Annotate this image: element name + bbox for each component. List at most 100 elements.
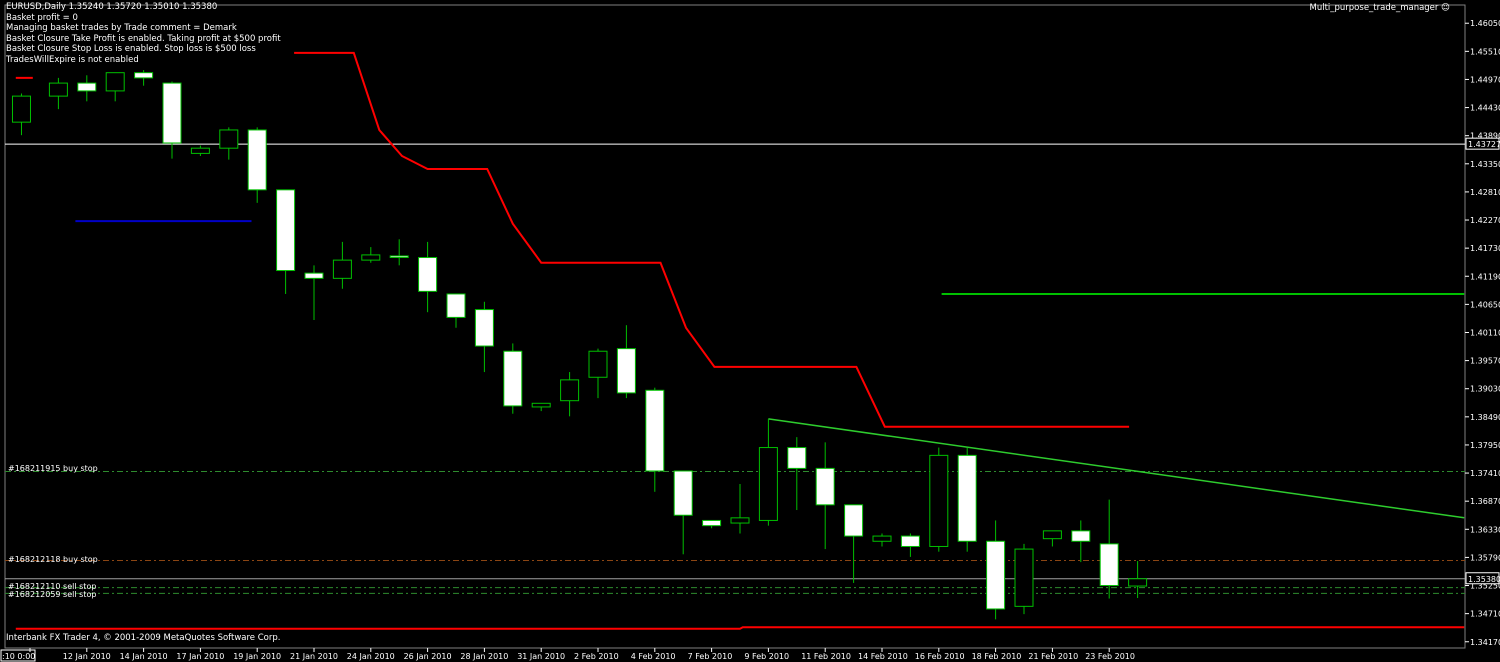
candle bbox=[446, 293, 466, 328]
y-tick-label: 1.36330 bbox=[1470, 525, 1500, 534]
order-label: #168211915 buy stop bbox=[8, 464, 98, 473]
candle-body bbox=[304, 272, 324, 279]
candle bbox=[588, 348, 608, 399]
x-tick-label: 7 Feb 2010 bbox=[688, 652, 733, 661]
x-tick-label: 11 Feb 2010 bbox=[801, 652, 851, 661]
candle bbox=[957, 447, 977, 552]
candle bbox=[332, 241, 352, 289]
candle-body bbox=[503, 350, 523, 407]
candle bbox=[48, 77, 68, 110]
x-tick-label: 4 Feb 2010 bbox=[631, 652, 676, 661]
candle-body bbox=[815, 467, 835, 506]
expert-advisor-label[interactable]: Multi_purpose_trade_manager ☺ bbox=[1309, 3, 1450, 13]
candle bbox=[389, 239, 409, 266]
info-line-stop-loss: Basket Closure Stop Loss is enabled. Sto… bbox=[6, 44, 256, 55]
candle-body bbox=[48, 82, 68, 97]
x-tick-label: 28 Jan 2010 bbox=[460, 652, 508, 661]
y-tick-label: 1.35790 bbox=[1470, 553, 1500, 562]
candle-body bbox=[1071, 530, 1091, 542]
candle-body bbox=[1128, 578, 1148, 587]
y-tick-label: 1.44970 bbox=[1470, 75, 1500, 84]
y-tick-label: 1.42810 bbox=[1470, 188, 1500, 197]
candle bbox=[730, 483, 750, 534]
candle bbox=[418, 241, 438, 313]
candle-body bbox=[11, 95, 31, 123]
info-line-basket-profit: Basket profit = 0 bbox=[6, 12, 78, 23]
candle bbox=[105, 72, 125, 102]
candle bbox=[1042, 530, 1062, 547]
copyright-text: Interbank FX Trader 4, © 2001-2009 MetaQ… bbox=[6, 633, 281, 643]
candle-body bbox=[247, 129, 267, 191]
candle bbox=[616, 325, 636, 399]
red-bottom-line bbox=[15, 626, 1465, 630]
candle-body bbox=[872, 535, 892, 542]
x-tick-label: 24 Jan 2010 bbox=[347, 652, 395, 661]
info-line-expire: TradesWillExpire is not enabled bbox=[6, 54, 139, 65]
candle-body bbox=[1042, 530, 1062, 540]
y-tick-label: 1.43350 bbox=[1470, 160, 1500, 169]
candle bbox=[361, 247, 381, 263]
candle bbox=[531, 402, 551, 412]
candle bbox=[247, 127, 267, 203]
candle bbox=[1071, 520, 1091, 563]
x-tick-label: 31 Jan 2010 bbox=[517, 652, 565, 661]
candle-body bbox=[190, 147, 210, 154]
y-tick-label: 1.34170 bbox=[1470, 638, 1500, 647]
order-label: #168212059 sell stop bbox=[8, 590, 97, 599]
y-tick-label: 1.45510 bbox=[1470, 47, 1500, 56]
x-tick-label: 2 Feb 2010 bbox=[574, 652, 619, 661]
x-tick-label: 21 Jan 2010 bbox=[290, 652, 338, 661]
candle-body bbox=[162, 82, 182, 144]
candle-body bbox=[1099, 543, 1119, 587]
ea-name: Multi_purpose_trade_manager bbox=[1309, 3, 1439, 13]
candle-body bbox=[219, 129, 239, 149]
candle-body bbox=[560, 379, 580, 402]
candle bbox=[219, 127, 239, 160]
candle-body bbox=[986, 540, 1006, 610]
red-stop-line bbox=[294, 51, 1130, 428]
candle bbox=[1014, 543, 1034, 615]
candle bbox=[1128, 561, 1148, 599]
candle bbox=[190, 145, 210, 156]
trend-line bbox=[768, 418, 1465, 519]
price-chart[interactable]: 1.460501.455101.449701.444301.438901.433… bbox=[0, 0, 1500, 662]
candle bbox=[276, 189, 296, 294]
candle-body bbox=[77, 82, 97, 92]
white-line-price-label: 1.43727 bbox=[1468, 140, 1500, 149]
candle bbox=[645, 387, 665, 492]
candle-body bbox=[900, 535, 920, 547]
order-label: #168212118 buy stop bbox=[8, 555, 98, 564]
y-tick-label: 1.37410 bbox=[1470, 469, 1500, 478]
candle bbox=[77, 75, 97, 102]
candle-body bbox=[730, 517, 750, 524]
plot-frame bbox=[4, 4, 1466, 649]
y-tick-label: 1.40650 bbox=[1470, 300, 1500, 309]
candle bbox=[134, 70, 154, 86]
candle bbox=[304, 265, 324, 320]
candle-body bbox=[844, 504, 864, 537]
candle-body bbox=[957, 454, 977, 542]
candle-body bbox=[758, 447, 778, 521]
y-tick-label: 1.44430 bbox=[1470, 104, 1500, 113]
x-tick-label: 23 Feb 2010 bbox=[1085, 652, 1135, 661]
y-tick-label: 1.39030 bbox=[1470, 385, 1500, 394]
candle-body bbox=[389, 255, 409, 259]
y-tick-label: 1.46050 bbox=[1470, 19, 1500, 28]
x-tick-label: 16 Feb 2010 bbox=[915, 652, 965, 661]
candle bbox=[11, 93, 31, 136]
x-tick-label: 17 Jan 2010 bbox=[176, 652, 224, 661]
y-tick-label: 1.40110 bbox=[1470, 328, 1500, 337]
candle-body bbox=[1014, 548, 1034, 607]
y-tick-label: 1.34710 bbox=[1470, 610, 1500, 619]
y-tick-label: 1.37950 bbox=[1470, 441, 1500, 450]
symbol-line: EURUSD,Daily 1.35240 1.35720 1.35010 1.3… bbox=[6, 2, 218, 12]
candle bbox=[560, 372, 580, 417]
candle bbox=[702, 519, 722, 529]
x-tick-label: 12 Jan 2010 bbox=[63, 652, 111, 661]
candle bbox=[503, 343, 523, 414]
candle bbox=[929, 447, 949, 552]
candle bbox=[872, 533, 892, 547]
x-tick-label: 9 Feb 2010 bbox=[744, 652, 789, 661]
y-tick-label: 1.41730 bbox=[1470, 244, 1500, 253]
candle-body bbox=[105, 72, 125, 92]
